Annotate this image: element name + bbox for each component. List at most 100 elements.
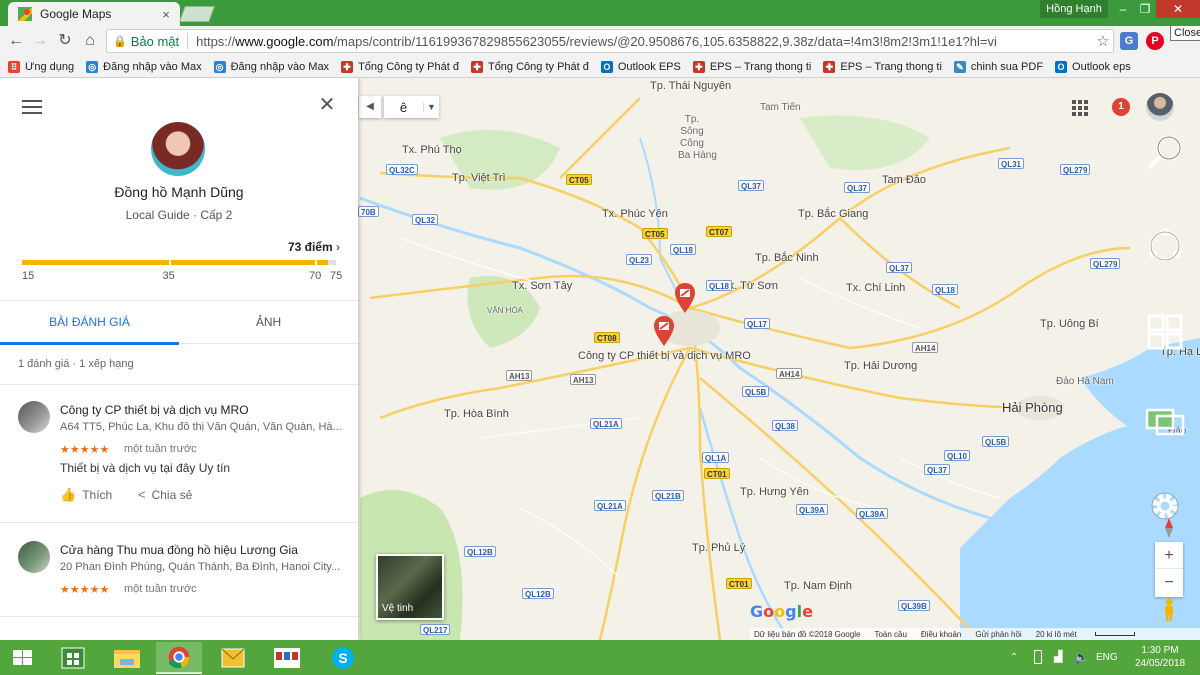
satellite-toggle[interactable]: Vệ tinh <box>376 554 444 620</box>
place-thumbnail[interactable] <box>18 401 50 433</box>
points-link[interactable]: 73 điểm › <box>0 240 340 254</box>
translate-extension-icon[interactable]: G <box>1120 32 1138 50</box>
battery-icon[interactable] <box>1034 650 1042 664</box>
bookmark-star-icon[interactable]: ☆ <box>1093 32 1113 50</box>
share-button[interactable]: < Chia sẻ <box>138 487 192 502</box>
review-place-title[interactable]: Cửa hàng Thu mua đồng hồ hiệu Lương Gia <box>60 543 298 557</box>
input-tools-button[interactable]: ê ▼ <box>384 96 439 118</box>
app-window-icon[interactable] <box>264 642 310 674</box>
evn-icon: ✚ <box>470 60 483 73</box>
panel-tabs: BÀI ĐÁNH GIÁ ẢNH <box>0 300 358 345</box>
forward-arrow-icon[interactable]: → <box>30 31 50 51</box>
progress-tick <box>315 258 318 267</box>
volume-icon[interactable]: 🔈 <box>1074 650 1089 664</box>
road-shield: QL37 <box>924 464 951 475</box>
zoom-in-button[interactable]: + <box>1155 542 1183 569</box>
svg-text:S: S <box>338 650 347 666</box>
bookmark-item[interactable]: O Outlook eps <box>1055 60 1131 73</box>
road-shield: QL21A <box>590 418 622 429</box>
bookmark-label: Đăng nhập vào Max <box>230 60 330 73</box>
clock[interactable]: 1:30 PM 24/05/2018 <box>1128 644 1192 670</box>
profile-name-badge[interactable]: Hồng Hạnh <box>1040 0 1108 18</box>
compass-icon[interactable] <box>1164 518 1174 538</box>
bookmark-item[interactable]: ✎ chinh sua PDF <box>953 60 1043 73</box>
close-window-button[interactable]: ✕ <box>1156 0 1200 18</box>
tab-photos[interactable]: ẢNH <box>179 301 358 345</box>
tab-reviews[interactable]: BÀI ĐÁNH GIÁ <box>0 301 179 345</box>
display-switch-icon[interactable] <box>1143 400 1187 444</box>
place-thumbnail[interactable] <box>18 541 50 573</box>
notification-badge[interactable]: 1 <box>1112 98 1130 116</box>
close-icon[interactable]: ✕ <box>316 94 338 116</box>
new-tab-button[interactable] <box>179 6 215 22</box>
evn-icon: ✚ <box>692 60 705 73</box>
road-shield: QL39B <box>898 600 930 611</box>
hamburger-menu-icon[interactable] <box>22 100 42 114</box>
account-avatar[interactable] <box>1146 93 1174 121</box>
bookmark-item[interactable]: ✚ Tổng Công ty Phát đ <box>470 60 589 73</box>
skype-icon[interactable]: S <box>320 642 366 674</box>
pinterest-extension-icon[interactable]: P <box>1146 32 1164 50</box>
tab-close-icon[interactable]: × <box>158 7 174 22</box>
network-icon[interactable]: ▟ <box>1054 650 1062 663</box>
road-shield: 70B <box>358 206 379 217</box>
bookmark-item[interactable]: ◎ Đăng nhập vào Max <box>86 60 202 73</box>
bookmark-label: Ứng dụng <box>25 60 75 73</box>
tray-chevron-up-icon[interactable]: ⌃ <box>1010 652 1018 663</box>
review-place-address: 20 Phan Đình Phùng, Quán Thánh, Ba Đình,… <box>60 561 341 573</box>
divider <box>187 33 189 49</box>
attribution-item[interactable]: Điều khoản <box>921 630 961 639</box>
review-place-title[interactable]: Công ty CP thiết bị và dịch vụ MRO <box>60 403 249 417</box>
map-marker-pin-icon[interactable] <box>654 316 674 346</box>
address-bar[interactable]: 🔒 Bảo mật https://www.google.com/maps/co… <box>106 29 1114 53</box>
satellite-label: Vệ tinh <box>382 603 414 614</box>
place-label: Tp. Hưng Yên <box>740 486 809 498</box>
road-shield: QL5B <box>742 386 770 397</box>
back-arrow-icon[interactable]: ← <box>6 31 26 51</box>
home-icon[interactable]: ⌂ <box>80 31 100 51</box>
chrome-icon[interactable] <box>156 642 202 674</box>
review-card[interactable]: Công ty CP thiết bị và dịch vụ MRO A64 T… <box>0 384 358 522</box>
input-language[interactable]: ENG <box>1096 652 1118 663</box>
start-windows-icon[interactable] <box>0 642 46 674</box>
road-shield: QL23 <box>626 254 653 265</box>
google-apps-icon[interactable] <box>1072 100 1088 116</box>
review-place-address: A64 TT5, Phúc La, Khu đô thị Văn Quán, V… <box>60 421 342 433</box>
evn-icon: ✚ <box>341 60 354 73</box>
bookmark-label: Đăng nhập vào Max <box>103 60 202 73</box>
bookmark-item[interactable]: ✚ Tổng Công ty Phát đ <box>341 60 459 73</box>
chevron-down-icon[interactable]: ▼ <box>423 102 439 112</box>
email-client-icon[interactable] <box>210 642 256 674</box>
bookmark-item[interactable]: ⠿ Ứng dụng <box>8 60 75 73</box>
bookmark-item[interactable]: ✚ EPS – Trang thong ti <box>823 60 942 73</box>
url-text[interactable]: https://www.google.com/maps/contrib/1161… <box>196 34 1093 49</box>
attribution-item[interactable]: Gửi phản hồi <box>975 630 1021 639</box>
attribution-item[interactable]: Toàn cầu <box>874 630 906 639</box>
windows-logo-icon[interactable] <box>1143 310 1187 354</box>
like-button[interactable]: 👍 Thích <box>60 487 112 503</box>
road-shield: QL21A <box>594 500 626 511</box>
bookmark-item[interactable]: ✚ EPS – Trang thong ti <box>692 60 811 73</box>
restore-button[interactable]: ❐ <box>1132 0 1158 18</box>
road-shield: AH14 <box>776 368 803 379</box>
collapse-panel-button[interactable]: ◀ <box>359 96 381 118</box>
review-divider <box>0 616 358 640</box>
bookmark-item[interactable]: ◎ Đăng nhập vào Max <box>213 60 330 73</box>
map-canvas[interactable]: Tp. Thái Nguyên Tam Tiến Tp. Sông Công B… <box>0 78 1200 640</box>
store-icon[interactable] <box>50 642 96 674</box>
review-card[interactable]: Cửa hàng Thu mua đồng hồ hiệu Lương Gia … <box>0 522 358 616</box>
evn-icon: ✚ <box>823 60 836 73</box>
level-progress-bar <box>22 260 336 265</box>
avatar[interactable] <box>151 122 205 176</box>
reload-icon[interactable]: ↻ <box>55 31 75 51</box>
pegman-icon[interactable] <box>1160 598 1178 622</box>
title-bar: Google Maps × Hồng Hạnh – ❐ ✕ <box>0 0 1200 26</box>
bookmark-item[interactable]: O Outlook EPS <box>600 60 681 73</box>
zoom-out-button[interactable]: − <box>1155 569 1183 596</box>
map-marker-pin-icon[interactable] <box>675 283 695 313</box>
road-shield: QL279 <box>1090 258 1121 269</box>
share-network-icon[interactable] <box>1143 224 1187 268</box>
browser-tab[interactable]: Google Maps × <box>8 2 180 26</box>
file-explorer-icon[interactable] <box>104 642 150 674</box>
search-magnifier-icon[interactable] <box>1143 130 1187 174</box>
